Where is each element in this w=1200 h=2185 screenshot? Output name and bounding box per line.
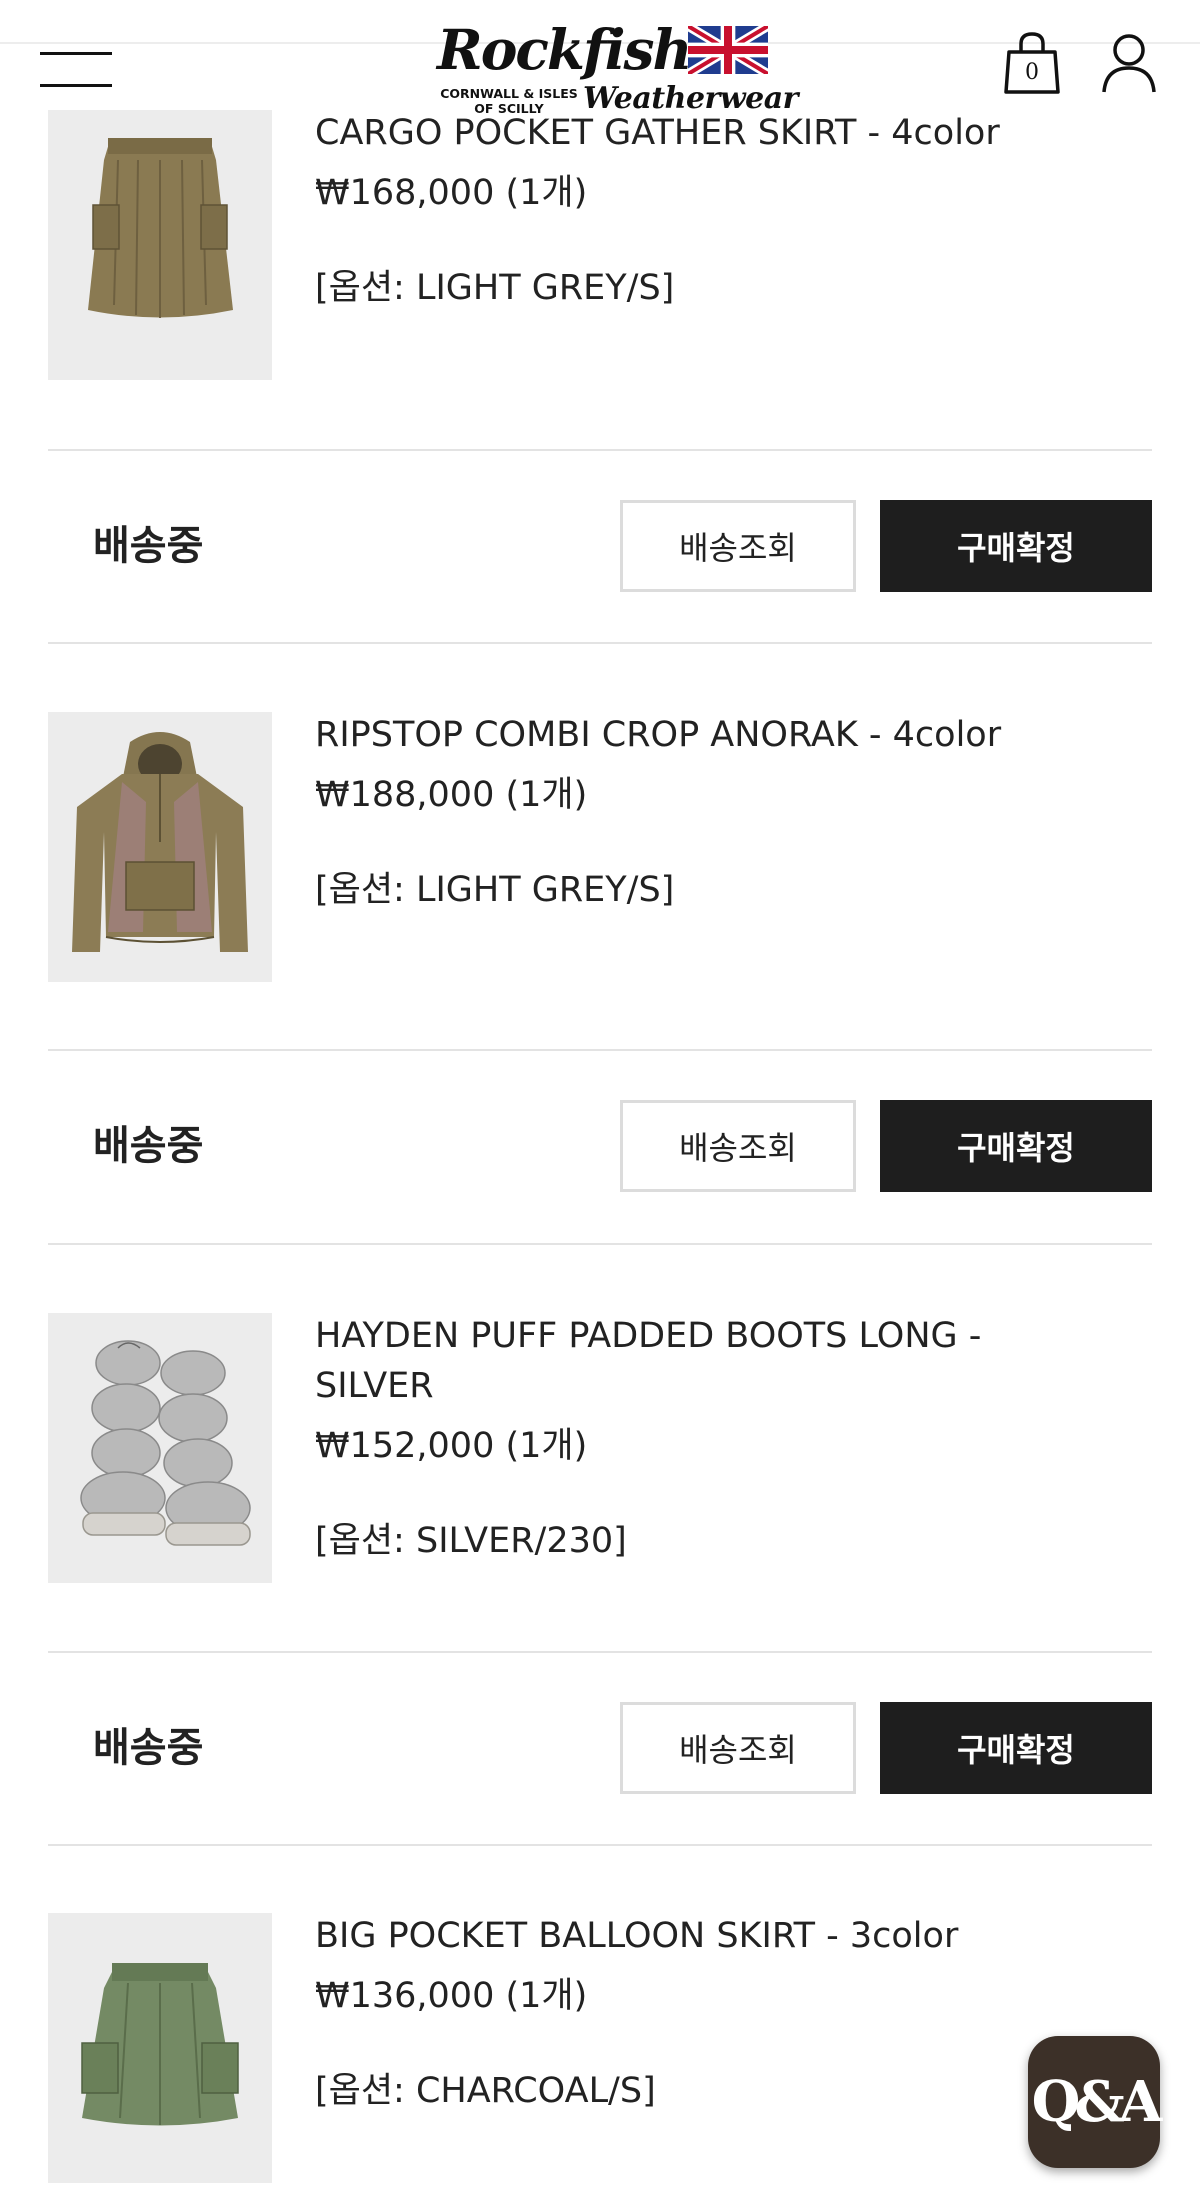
track-shipment-button[interactable]: 배송조회 xyxy=(620,1702,856,1794)
track-shipment-button[interactable]: 배송조회 xyxy=(620,1100,856,1192)
product-image[interactable] xyxy=(48,1313,272,1583)
product-image[interactable] xyxy=(48,712,272,982)
confirm-purchase-button[interactable]: 구매확정 xyxy=(880,1702,1152,1794)
product-option: [옵션: LIGHT GREY/S] xyxy=(315,268,675,308)
hamburger-menu-icon[interactable] xyxy=(40,48,114,88)
divider xyxy=(48,1844,1152,1846)
product-price: ₩168,000 (1개) xyxy=(315,173,588,213)
divider xyxy=(48,449,1152,451)
divider xyxy=(48,1651,1152,1653)
site-header: Rockfish CORNWALL & ISLES OF SCILLY Weat… xyxy=(0,0,1200,116)
product-name[interactable]: RIPSTOP COMBI CROP ANORAK - 4color xyxy=(315,710,1075,760)
product-name[interactable]: BIG POCKET BALLOON SKIRT - 3color xyxy=(315,1911,1075,1961)
confirm-purchase-button[interactable]: 구매확정 xyxy=(880,500,1152,592)
brand-logo-subtitle: CORNWALL & ISLES OF SCILLY xyxy=(440,86,578,116)
shipping-status: 배송중 xyxy=(93,1123,204,1169)
product-option: [옵션: CHARCOAL/S] xyxy=(315,2071,656,2111)
product-image[interactable] xyxy=(48,1913,272,2183)
product-price: ₩188,000 (1개) xyxy=(315,775,588,815)
confirm-purchase-button[interactable]: 구매확정 xyxy=(880,1100,1152,1192)
shopping-bag-icon[interactable]: 0 xyxy=(1003,30,1061,96)
order-status-row: 배송중 배송조회 구매확정 xyxy=(48,500,1152,592)
qa-button-label: Q&A xyxy=(1031,2069,1163,2135)
shipping-status: 배송중 xyxy=(93,1725,204,1771)
order-status-row: 배송중 배송조회 구매확정 xyxy=(48,1702,1152,1794)
divider xyxy=(48,642,1152,644)
divider xyxy=(48,1243,1152,1245)
product-price: ₩152,000 (1개) xyxy=(315,1426,588,1466)
track-shipment-button[interactable]: 배송조회 xyxy=(620,500,856,592)
shipping-status: 배송중 xyxy=(93,523,204,569)
brand-logo[interactable]: Rockfish CORNWALL & ISLES OF SCILLY Weat… xyxy=(435,17,799,118)
divider xyxy=(48,1049,1152,1051)
brand-logo-tagline: Weatherwear xyxy=(583,81,799,116)
product-image[interactable] xyxy=(48,110,272,380)
product-option: [옵션: SILVER/230] xyxy=(315,1521,627,1561)
qa-floating-button[interactable]: Q&A xyxy=(1028,2036,1163,2168)
union-jack-flag-icon xyxy=(688,26,768,74)
product-name[interactable]: HAYDEN PUFF PADDED BOOTS LONG - SILVER xyxy=(315,1311,1075,1411)
product-option: [옵션: LIGHT GREY/S] xyxy=(315,870,675,910)
user-account-icon[interactable] xyxy=(1100,30,1158,96)
product-price: ₩136,000 (1개) xyxy=(315,1976,588,2016)
cart-count-badge: 0 xyxy=(1025,60,1039,85)
order-status-row: 배송중 배송조회 구매확정 xyxy=(48,1100,1152,1192)
brand-logo-name: Rockfish xyxy=(437,17,692,82)
